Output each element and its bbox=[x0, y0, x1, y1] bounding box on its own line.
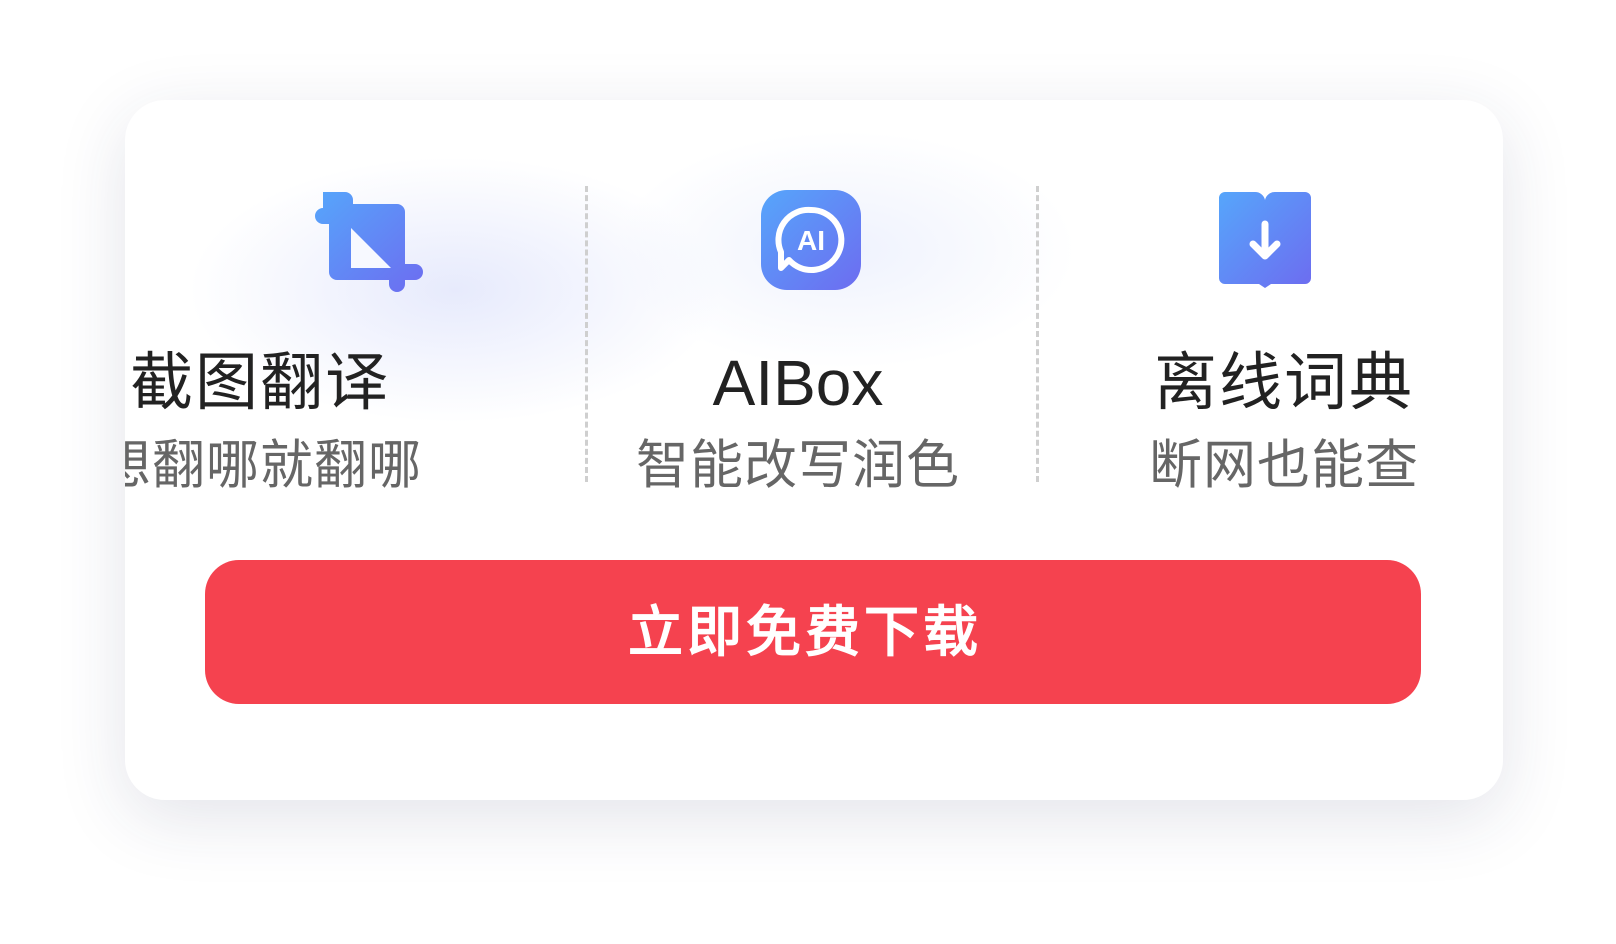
feature-screenshot-translate[interactable]: 截图翻译 想翻哪就翻哪 bbox=[125, 100, 591, 520]
page-background: 截图翻译 想翻哪就翻哪 AI AIBox 智能改写润色 离线词典 断网也能查 立… bbox=[0, 0, 1616, 944]
feature-title: 离线词典 bbox=[1154, 346, 1414, 419]
feature-aibox[interactable]: AI AIBox 智能改写润色 bbox=[591, 100, 1057, 520]
column-divider bbox=[1036, 186, 1039, 482]
book-download-icon bbox=[1209, 184, 1321, 296]
feature-title: 截图翻译 bbox=[130, 346, 390, 419]
free-download-button[interactable]: 立即免费下载 bbox=[205, 560, 1421, 704]
feature-offline-dictionary[interactable]: 离线词典 断网也能查 bbox=[1057, 100, 1503, 520]
promo-card: 截图翻译 想翻哪就翻哪 AI AIBox 智能改写润色 离线词典 断网也能查 立… bbox=[125, 100, 1503, 800]
crop-icon bbox=[313, 184, 425, 296]
feature-title: AIBox bbox=[712, 347, 884, 419]
download-button-label: 立即免费下载 bbox=[627, 600, 982, 664]
feature-subtitle: 想翻哪就翻哪 bbox=[125, 435, 422, 496]
feature-subtitle: 断网也能查 bbox=[1149, 435, 1419, 496]
ai-icon-text: AI bbox=[797, 225, 825, 256]
feature-subtitle: 智能改写润色 bbox=[636, 435, 960, 496]
feature-list: 截图翻译 想翻哪就翻哪 AI AIBox 智能改写润色 离线词典 断网也能查 bbox=[125, 100, 1503, 520]
ai-chat-icon: AI bbox=[755, 184, 867, 296]
